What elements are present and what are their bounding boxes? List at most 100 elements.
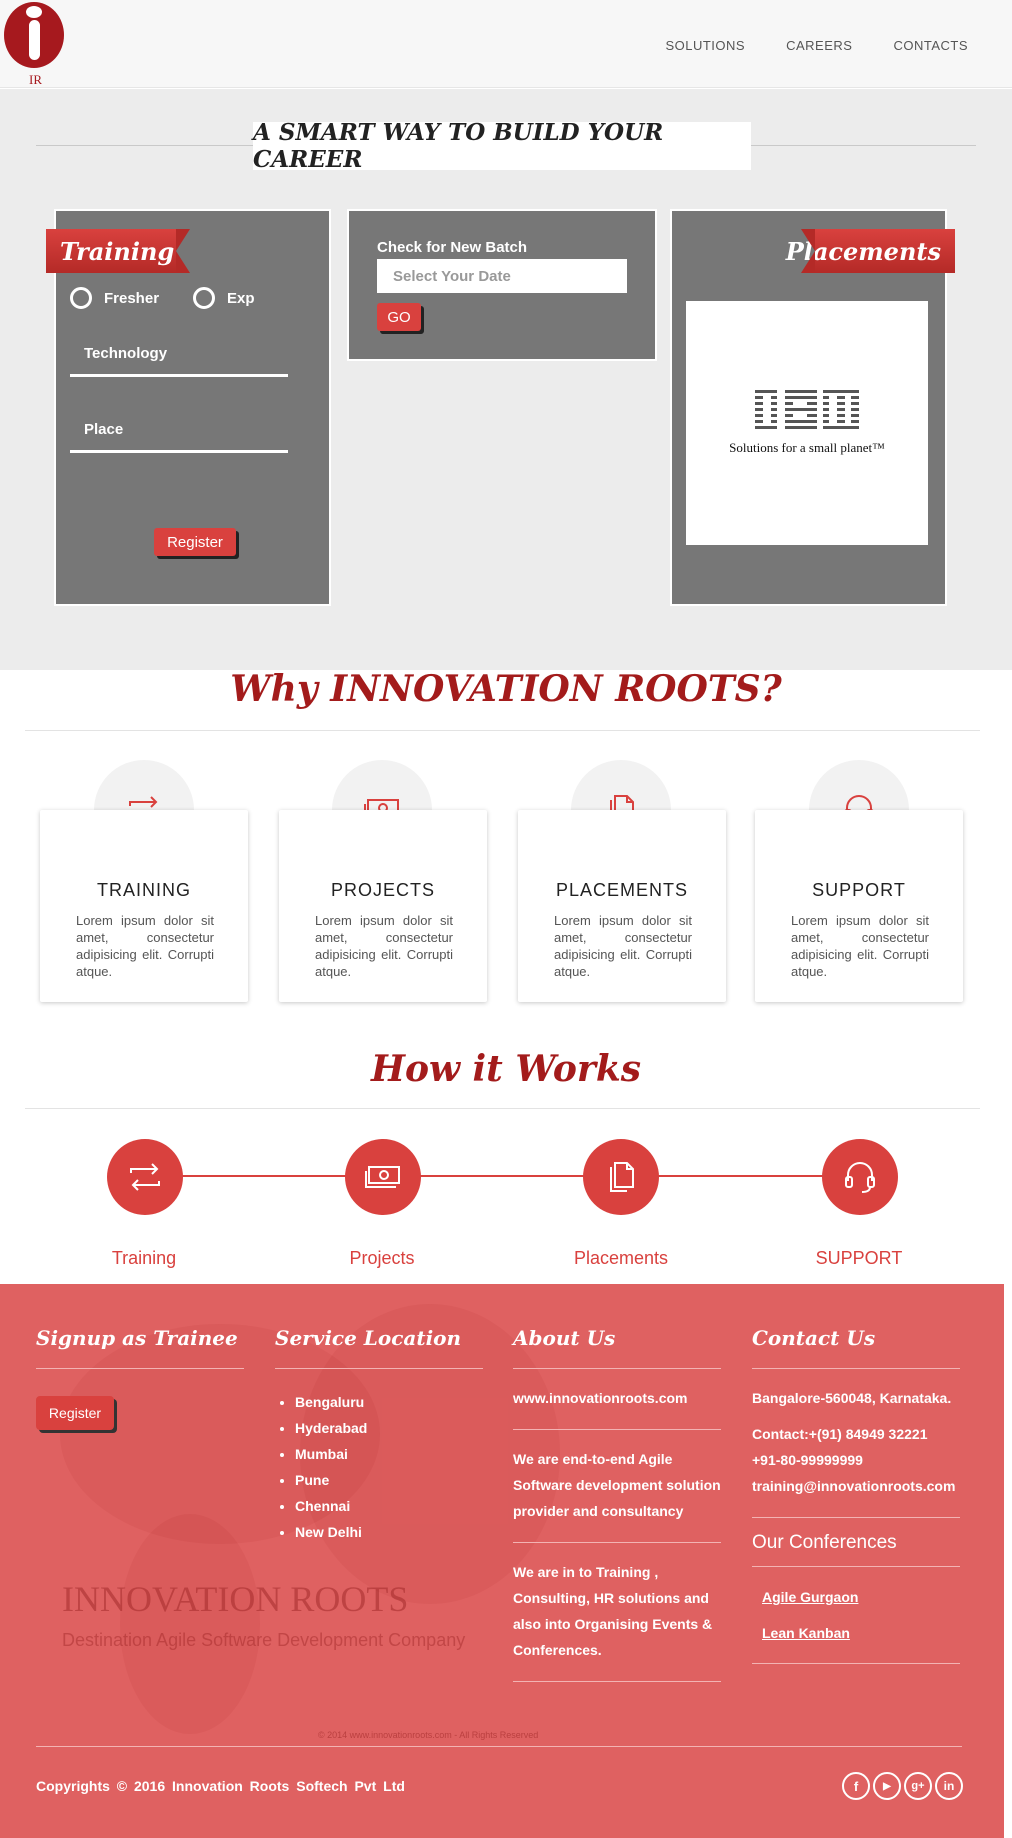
projects-card-title: PROJECTS [330,880,435,900]
training-ribbon: Training [46,229,190,273]
repeat-icon [130,1163,160,1191]
signup-divider [36,1368,244,1369]
contact-phone-1: Contact:+(91) 84949 32221 [752,1426,928,1442]
about-divider [513,1681,721,1682]
how-step-training-circle [107,1139,183,1215]
hero-section: A SMART WAY TO BUILD YOUR CAREER Trainin… [0,89,1012,670]
money-icon [365,1166,400,1188]
footer-bottom-divider [36,1746,962,1747]
footer-register-button[interactable]: Register [36,1396,114,1430]
training-card: TRAINING Lorem ipsum dolor sit amet, con… [40,810,248,1002]
site-header: IR SOLUTIONS CAREERS CONTACTS [0,0,1012,88]
conferences-divider [752,1663,960,1664]
place-field[interactable]: Place [70,409,288,453]
logo-dot [26,6,42,18]
about-paragraph-2: We are in to Training , Consulting, HR s… [513,1564,713,1658]
experience-radio-group: Fresher Exp [70,287,289,309]
location-item: Hyderabad [295,1415,483,1441]
youtube-icon[interactable]: ▶ [873,1772,901,1800]
about-column: About Us www.innovationroots.com We are … [513,1326,721,1682]
nav-contacts[interactable]: CONTACTS [893,38,968,53]
technology-field[interactable]: Technology [70,333,288,377]
conference-link-lean-kanban[interactable]: Lean Kanban [762,1615,960,1651]
service-location-column: Service Location Bengaluru Hyderabad Mum… [275,1326,483,1545]
about-heading: About Us [513,1326,616,1350]
date-input[interactable] [377,259,627,293]
placements-ribbon: Placements [786,229,955,273]
location-item: Bengaluru [295,1389,483,1415]
contact-address: Bangalore-560048, Karnataka. [752,1390,952,1406]
signup-column: Signup as Trainee [36,1326,244,1369]
logo[interactable]: IR [4,2,66,87]
location-item: New Delhi [295,1519,483,1545]
company-tagline: Solutions for a small planet™ [729,440,885,455]
contact-heading: Contact Us [752,1326,876,1350]
ibm-logo [755,390,859,432]
placements-card: PLACEMENTS Lorem ipsum dolor sit amet, c… [518,810,726,1002]
training-panel: Training Fresher Exp Technology Place Re… [46,209,331,606]
fresher-label: Fresher [104,289,160,307]
watermark-subtitle: Destination Agile Software Development C… [62,1630,466,1650]
hero-title-box: A SMART WAY TO BUILD YOUR CAREER [253,119,751,173]
site-footer: Signup as Trainee Register Service Locat… [0,1284,1004,1838]
world-map-shape [120,1514,260,1734]
contact-column: Contact Us Bangalore-560048, Karnataka. … [752,1326,960,1664]
service-location-heading: Service Location [275,1326,462,1350]
about-paragraph-1: We are end-to-end Agile Software develop… [513,1451,721,1519]
placements-card-body: Lorem ipsum dolor sit amet, consectetur … [554,913,692,979]
fresher-radio[interactable] [70,287,92,309]
conference-link-agile-gurgaon[interactable]: Agile Gurgaon [762,1579,960,1615]
copyright-text: Copyrights © 2016 Innovation Roots Softe… [36,1778,405,1794]
placements-panel: Placements Solutions for a small planet™ [670,209,955,606]
conferences-heading: Our Conferences [752,1532,897,1553]
service-location-divider [275,1368,483,1369]
why-divider [25,730,980,731]
contact-phone-2: +91-80-99999999 [752,1452,863,1468]
logo-text: IR [29,72,42,87]
facebook-icon[interactable]: f [842,1772,870,1800]
how-step-placements-circle [583,1139,659,1215]
batch-panel: Check for New Batch GO [347,209,657,361]
how-step-placements-label: Placements [573,1248,669,1268]
about-website[interactable]: www.innovationroots.com [513,1369,721,1429]
how-step-training-label: Training [111,1248,177,1268]
location-item: Mumbai [295,1441,483,1467]
google-plus-icon[interactable]: g+ [904,1772,932,1800]
conference-links: Agile Gurgaon Lean Kanban [752,1567,960,1663]
nav-careers[interactable]: CAREERS [786,38,852,53]
support-card-title: SUPPORT [812,880,906,900]
watermark-title: INNOVATION ROOTS [62,1579,409,1619]
faint-copyright: © 2014 www.innovationroots.com - All Rig… [318,1730,539,1740]
how-step-projects-circle [345,1139,421,1215]
contact-email[interactable]: training@innovationroots.com [752,1473,960,1517]
location-list: Bengaluru Hyderabad Mumbai Pune Chennai … [275,1389,483,1545]
how-step-projects-label: Projects [349,1248,415,1268]
documents-icon [610,1162,634,1192]
projects-card: PROJECTS Lorem ipsum dolor sit amet, con… [279,810,487,1002]
exp-radio[interactable] [193,287,216,309]
location-item: Pune [295,1467,483,1493]
support-card: SUPPORT Lorem ipsum dolor sit amet, cons… [755,810,963,1002]
projects-card-body: Lorem ipsum dolor sit amet, consectetur … [315,913,453,979]
support-card-body: Lorem ipsum dolor sit amet, consectetur … [791,913,929,979]
logo-bar [29,20,40,60]
how-divider [25,1108,980,1109]
company-logo-box: Solutions for a small planet™ [686,301,928,545]
hero-title: A SMART WAY TO BUILD YOUR CAREER [253,119,664,173]
register-button[interactable]: Register [154,528,236,556]
linkedin-icon[interactable]: in [935,1772,963,1800]
location-item: Chennai [295,1493,483,1519]
training-card-title: TRAINING [96,880,191,900]
main-nav: SOLUTIONS CAREERS CONTACTS [665,38,968,53]
signup-heading: Signup as Trainee [36,1326,238,1350]
batch-label: Check for New Batch [377,239,528,256]
training-card-body: Lorem ipsum dolor sit amet, consectetur … [76,913,214,979]
how-step-support-label: SUPPORT [815,1248,903,1268]
headset-icon [845,1162,875,1193]
nav-solutions[interactable]: SOLUTIONS [665,38,745,53]
exp-label: Exp [227,289,255,307]
go-button[interactable]: GO [377,303,421,331]
how-step-support-circle [822,1139,898,1215]
how-timeline-line [145,1175,860,1177]
how-title: How it Works [370,1048,642,1090]
